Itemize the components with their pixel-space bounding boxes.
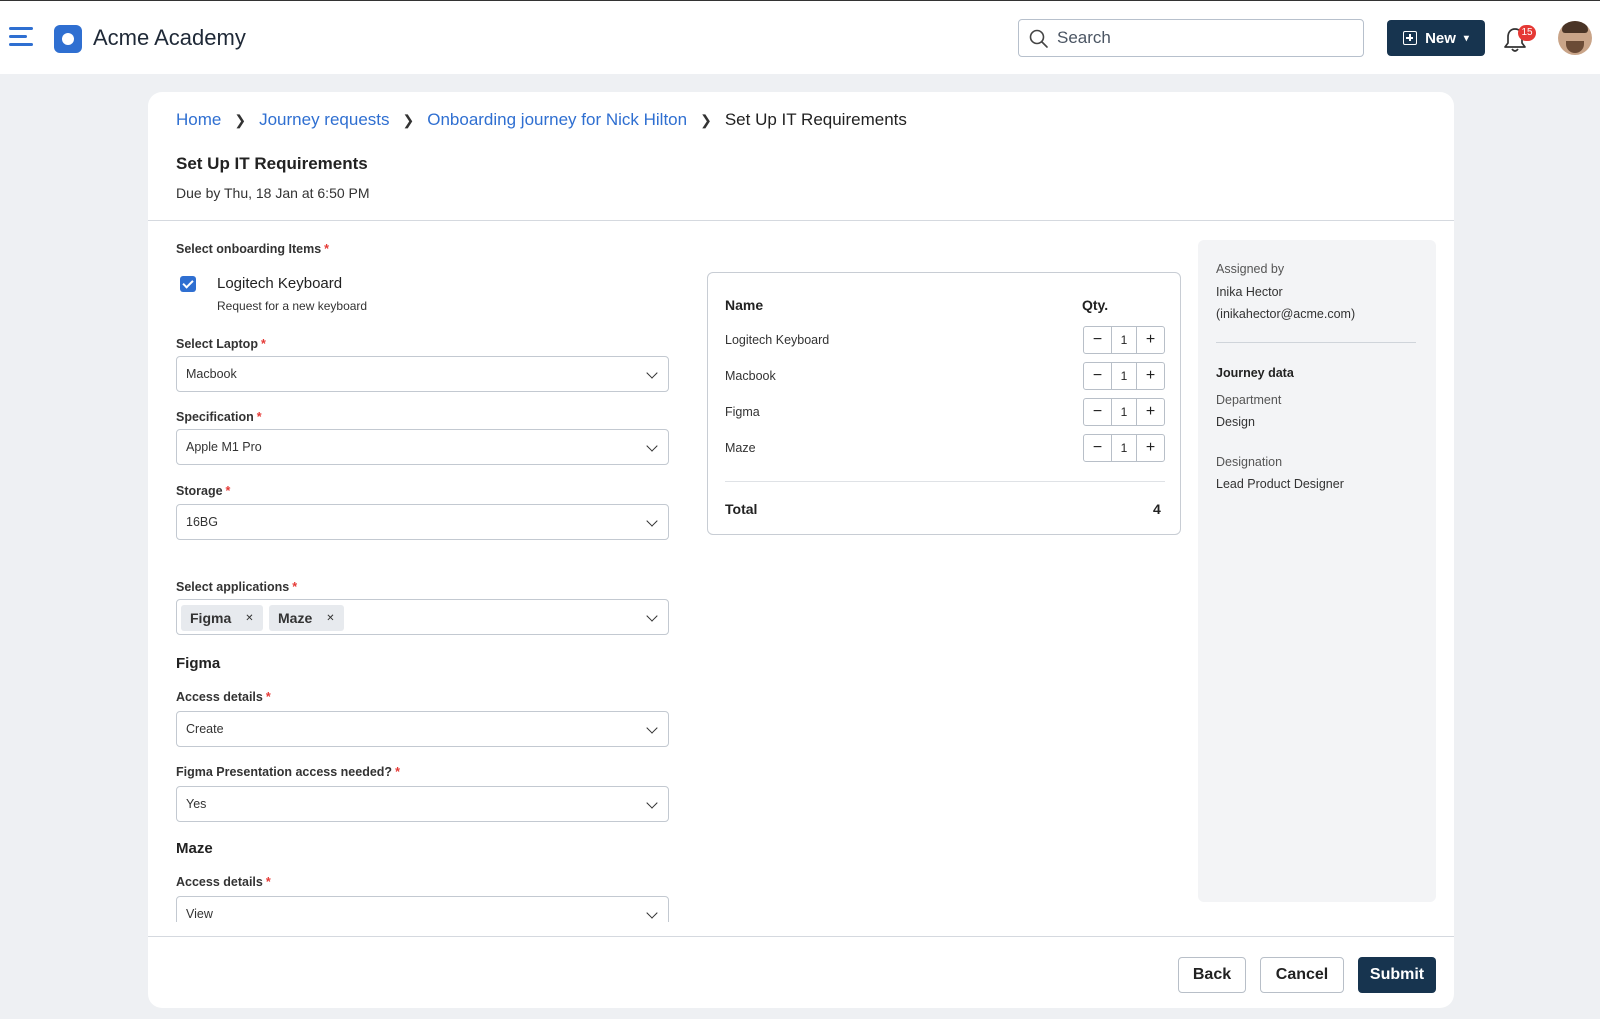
storage-select[interactable]: 16BG	[176, 504, 669, 540]
applications-label: Select applications *	[176, 580, 298, 594]
chevron-down-icon	[646, 515, 658, 527]
increment-button[interactable]: +	[1137, 363, 1164, 389]
chevron-down-icon	[646, 797, 658, 809]
figma-access-label: Access details *	[176, 690, 271, 704]
checkbox-title: Logitech Keyboard	[217, 275, 343, 292]
row-name: Figma	[725, 405, 760, 419]
row-name: Macbook	[725, 369, 776, 383]
chevron-down-icon: ▾	[1463, 32, 1469, 44]
quantity-value: 1	[1111, 363, 1137, 389]
assigned-by-label: Assigned by	[1216, 262, 1285, 276]
increment-button[interactable]: +	[1137, 327, 1164, 353]
total-value: 4	[1153, 501, 1161, 517]
quantity-value: 1	[1111, 327, 1137, 353]
chevron-right-icon: ❯	[234, 111, 247, 128]
journey-data-heading: Journey data	[1216, 366, 1294, 380]
chip-figma: Figma ✕	[181, 605, 263, 631]
search-box[interactable]	[1018, 19, 1364, 57]
form-scroll-area[interactable]: Select onboarding Items * Logitech Keyboa…	[176, 222, 676, 922]
checkbox-subtitle: Request for a new keyboard	[217, 299, 368, 313]
breadcrumb-journey-requests[interactable]: Journey requests	[259, 110, 389, 130]
side-divider	[1216, 342, 1416, 343]
chevron-right-icon: ❯	[700, 111, 712, 128]
hamburger-menu-icon[interactable]	[9, 27, 33, 49]
due-date: Due by Thu, 18 Jan at 6:50 PM	[176, 185, 370, 201]
remove-chip-icon[interactable]: ✕	[326, 613, 334, 624]
maze-access-label: Access details *	[176, 875, 271, 889]
col-header-qty: Qty.	[1082, 297, 1109, 313]
header-divider	[148, 220, 1454, 221]
quantity-stepper: − 1 +	[1083, 362, 1165, 390]
decrement-button[interactable]: −	[1084, 435, 1111, 461]
maze-access-select[interactable]: View	[176, 896, 669, 922]
quantity-summary-table: Name Qty. Logitech Keyboard − 1 + Macboo…	[707, 272, 1181, 535]
new-button-label: New	[1425, 29, 1456, 47]
chevron-down-icon	[646, 610, 658, 622]
specification-label: Specification *	[176, 410, 262, 424]
cancel-button[interactable]: Cancel	[1260, 957, 1344, 993]
assigned-by-name: Inika Hector	[1216, 285, 1283, 299]
designation-label: Designation	[1216, 455, 1283, 469]
figma-presentation-label: Figma Presentation access needed? *	[176, 765, 400, 779]
footer-divider	[148, 936, 1454, 937]
col-header-name: Name	[725, 297, 764, 313]
submit-button[interactable]: Submit	[1358, 957, 1436, 993]
decrement-button[interactable]: −	[1084, 399, 1111, 425]
department-value: Design	[1216, 415, 1255, 429]
figma-access-select[interactable]: Create	[176, 711, 669, 747]
breadcrumb-home[interactable]: Home	[176, 110, 221, 130]
decrement-button[interactable]: −	[1084, 327, 1111, 353]
increment-button[interactable]: +	[1137, 435, 1164, 461]
storage-label: Storage *	[176, 484, 231, 498]
breadcrumb-onboarding-journey[interactable]: Onboarding journey for Nick Hilton	[427, 110, 687, 130]
back-button[interactable]: Back	[1178, 957, 1246, 993]
app-logo	[54, 25, 82, 53]
maze-section-heading: Maze	[176, 840, 213, 857]
chevron-down-icon	[646, 722, 658, 734]
assigned-by-email: (inikahector@acme.com)	[1216, 307, 1356, 321]
app-title: Acme Academy	[93, 25, 246, 50]
increment-button[interactable]: +	[1137, 399, 1164, 425]
specification-select[interactable]: Apple M1 Pro	[176, 429, 669, 465]
info-side-panel: Assigned by Inika Hector (inikahector@ac…	[1198, 240, 1436, 902]
total-label: Total	[725, 501, 758, 517]
quantity-stepper: − 1 +	[1083, 434, 1165, 462]
applications-multiselect[interactable]: Figma ✕ Maze ✕	[176, 599, 669, 635]
figma-presentation-select[interactable]: Yes	[176, 786, 669, 822]
remove-chip-icon[interactable]: ✕	[245, 613, 253, 624]
chevron-down-icon	[646, 907, 658, 919]
quantity-value: 1	[1111, 399, 1137, 425]
department-label: Department	[1216, 393, 1282, 407]
quantity-value: 1	[1111, 435, 1137, 461]
chevron-right-icon: ❯	[402, 111, 415, 128]
page-title: Set Up IT Requirements	[176, 154, 368, 173]
quantity-stepper: − 1 +	[1083, 398, 1165, 426]
search-input[interactable]	[1057, 22, 1347, 54]
breadcrumb: Home ❯ Journey requests ❯ Onboarding jou…	[176, 110, 907, 130]
chevron-down-icon	[646, 367, 658, 379]
quantity-stepper: − 1 +	[1083, 326, 1165, 354]
notification-count-badge: 15	[1518, 25, 1536, 41]
figma-section-heading: Figma	[176, 655, 221, 672]
onboarding-items-label: Select onboarding Items *	[176, 242, 330, 256]
row-name: Maze	[725, 441, 756, 455]
breadcrumb-current: Set Up IT Requirements	[724, 110, 907, 129]
add-box-icon	[1403, 31, 1418, 45]
main-card: Home ❯ Journey requests ❯ Onboarding jou…	[148, 92, 1454, 1008]
logitech-keyboard-checkbox[interactable]	[180, 276, 196, 292]
chevron-down-icon	[646, 440, 658, 452]
top-bar: Acme Academy New ▾ 15	[0, 0, 1600, 74]
total-divider	[725, 481, 1165, 482]
laptop-select[interactable]: Macbook	[176, 356, 669, 392]
new-button[interactable]: New ▾	[1387, 20, 1485, 56]
decrement-button[interactable]: −	[1084, 363, 1111, 389]
row-name: Logitech Keyboard	[725, 333, 830, 347]
designation-value: Lead Product Designer	[1216, 477, 1344, 491]
laptop-label: Select Laptop *	[176, 337, 266, 351]
chip-maze: Maze ✕	[269, 605, 344, 631]
search-icon	[1029, 29, 1048, 48]
user-avatar[interactable]	[1558, 21, 1592, 55]
